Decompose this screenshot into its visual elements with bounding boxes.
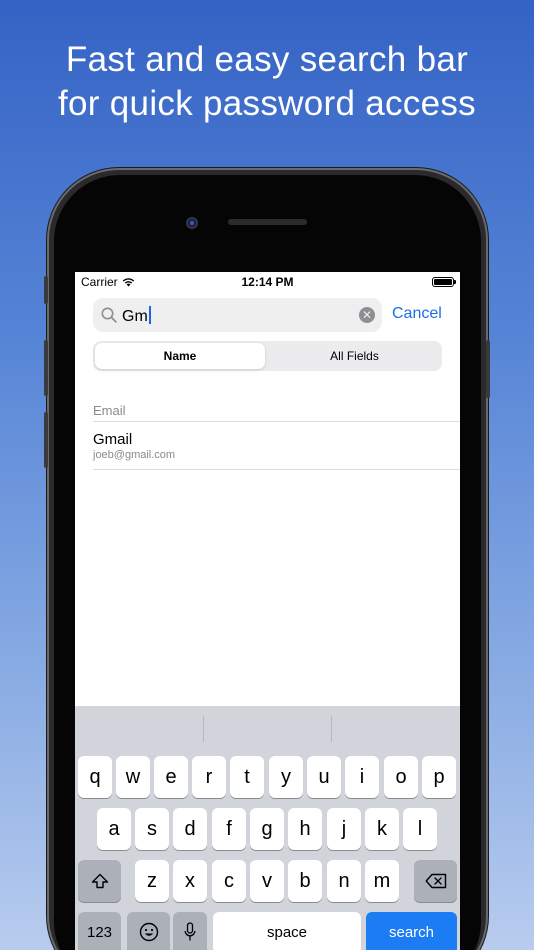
key[interactable]: q [78, 756, 112, 798]
result-title: Gmail [93, 431, 133, 448]
keyboard: q w e r t y u i o p a s d f g h j k l z … [75, 706, 460, 950]
search-input[interactable]: Gm [122, 306, 151, 326]
key[interactable]: x [173, 860, 207, 902]
key[interactable]: l [403, 808, 437, 850]
suggestion-divider [331, 716, 332, 742]
backspace-icon [425, 873, 446, 889]
key[interactable]: m [365, 860, 399, 902]
result-subtitle: joeb@gmail.com [93, 449, 176, 461]
volume-up-button [44, 340, 48, 396]
headline-line-1: Fast and easy search bar [65, 40, 469, 79]
front-camera [186, 217, 198, 229]
mute-switch [44, 276, 48, 304]
key[interactable]: p [422, 756, 456, 798]
key[interactable]: a [97, 808, 131, 850]
clear-icon[interactable]: ✕ [359, 307, 375, 323]
key[interactable]: f [212, 808, 246, 850]
status-bar: Carrier 12:14 PM [75, 272, 460, 292]
headline-line-2: for quick password access [58, 84, 476, 123]
scope-segmented-control: Name All Fields [93, 341, 442, 371]
key[interactable]: d [173, 808, 207, 850]
results-section-header: Email [93, 403, 126, 418]
scope-name[interactable]: Name [95, 343, 265, 369]
key[interactable]: v [250, 860, 284, 902]
status-time: 12:14 PM [241, 275, 294, 289]
key[interactable]: n [327, 860, 361, 902]
divider [93, 421, 460, 422]
headline: Fast and easy search bar for quick passw… [0, 38, 534, 126]
power-button [486, 340, 490, 398]
volume-down-button [44, 412, 48, 468]
search-query: Gm [122, 308, 148, 325]
key[interactable]: b [288, 860, 322, 902]
key[interactable]: s [135, 808, 169, 850]
key[interactable]: t [230, 756, 264, 798]
suggestion-divider [203, 716, 204, 742]
space-key[interactable]: space [213, 912, 361, 950]
numbers-key[interactable]: 123 [78, 912, 121, 950]
key[interactable]: z [135, 860, 169, 902]
search-key[interactable]: search [366, 912, 457, 950]
emoji-key[interactable] [127, 912, 170, 950]
key[interactable]: r [192, 756, 226, 798]
cancel-button[interactable]: Cancel [392, 305, 442, 323]
divider [93, 469, 460, 470]
search-field[interactable]: Gm ✕ [93, 298, 382, 332]
key[interactable]: w [116, 756, 150, 798]
key[interactable]: h [288, 808, 322, 850]
text-cursor [148, 306, 151, 324]
key[interactable]: c [212, 860, 246, 902]
shift-key[interactable] [78, 860, 121, 902]
key[interactable]: j [327, 808, 361, 850]
microphone-icon [184, 922, 196, 941]
key[interactable]: g [250, 808, 284, 850]
earpiece-speaker [228, 219, 307, 225]
phone-screen: Carrier 12:14 PM Gm ✕ Cancel Name All Fi… [75, 272, 460, 950]
key[interactable]: e [154, 756, 188, 798]
key[interactable]: k [365, 808, 399, 850]
key[interactable]: i [345, 756, 379, 798]
scope-all-fields[interactable]: All Fields [269, 343, 440, 369]
search-icon [101, 307, 117, 323]
shift-icon [91, 873, 108, 889]
backspace-key[interactable] [414, 860, 457, 902]
dictation-key[interactable] [173, 912, 207, 950]
key[interactable]: y [269, 756, 303, 798]
key[interactable]: o [384, 756, 418, 798]
battery-icon [432, 277, 456, 287]
emoji-icon [139, 922, 158, 942]
key[interactable]: u [307, 756, 341, 798]
